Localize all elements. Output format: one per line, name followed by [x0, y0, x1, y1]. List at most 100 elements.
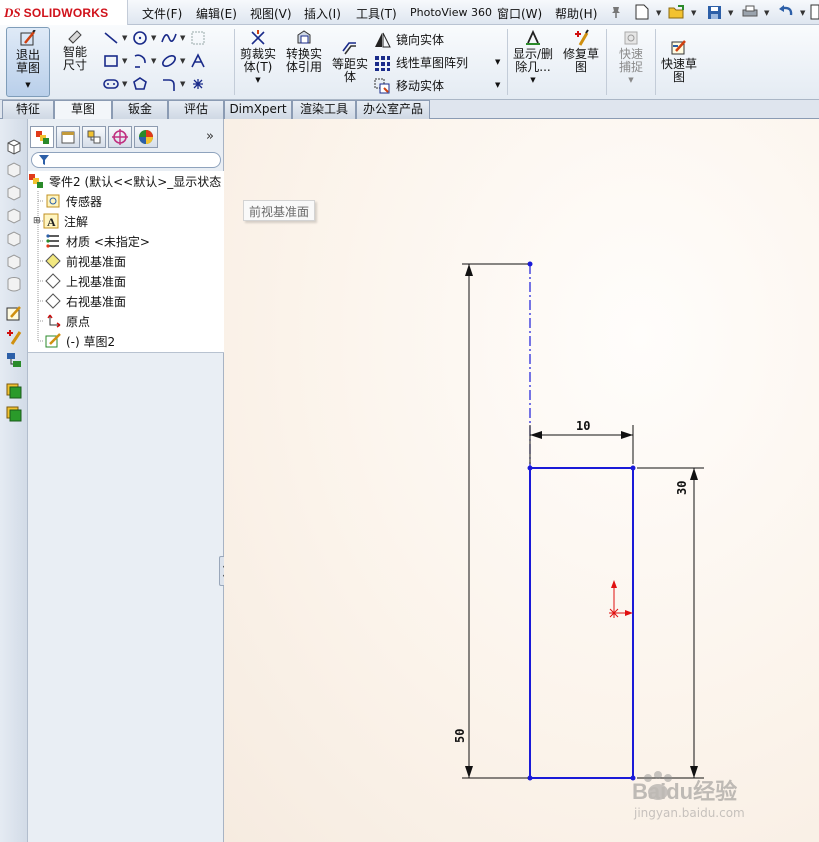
chevron-down-icon[interactable]: ▼ — [800, 9, 805, 17]
tree-item-annotations[interactable]: ⊞ A 注解 — [33, 211, 88, 231]
pin-icon[interactable] — [606, 2, 626, 22]
sketch-rectangle[interactable] — [529, 467, 634, 779]
layers-icon[interactable] — [5, 382, 23, 400]
expand-icon[interactable]: ⊞ — [33, 216, 43, 226]
dimension-overall[interactable] — [462, 263, 528, 779]
menu-view[interactable]: 视图(V) — [250, 5, 292, 22]
tree-item-top-plane[interactable]: 上视基准面 — [45, 271, 126, 291]
display-manager-tab[interactable] — [134, 126, 158, 148]
move-entities-button[interactable]: 移动实体 — [374, 77, 444, 94]
sketch-point[interactable] — [630, 465, 636, 471]
smart-dimension-button[interactable]: 智能尺寸 — [54, 27, 96, 72]
feature-tree-tab[interactable] — [30, 126, 54, 148]
tree-item-sketch2[interactable]: (-) 草图2 — [45, 331, 115, 351]
tab-evaluate[interactable]: 评估 — [168, 100, 224, 119]
cube-view-icon[interactable] — [5, 252, 23, 270]
dimxpert-manager-tab[interactable] — [108, 126, 132, 148]
tab-office-products[interactable]: 办公室产品 — [356, 100, 430, 119]
convert-entities-button[interactable]: 转换实体引用 — [282, 29, 326, 74]
chevron-down-icon[interactable]: ▼ — [180, 57, 187, 65]
cube-view-icon[interactable] — [5, 183, 23, 201]
tree-root-part[interactable]: 零件2 (默认<<默认>_显示状态 — [28, 171, 221, 191]
text-icon[interactable] — [189, 52, 207, 70]
chevron-down-icon[interactable]: ▼ — [180, 80, 187, 88]
chevron-down-icon[interactable]: ▼ — [122, 34, 129, 42]
print-icon[interactable] — [740, 2, 760, 22]
display-delete-relations-button[interactable]: 显示/删除几... ▼ — [510, 29, 556, 87]
chevron-down-icon[interactable]: ▼ — [495, 58, 500, 66]
rapid-sketch-button[interactable]: 快速草图 — [658, 39, 700, 84]
chevron-down-icon[interactable]: ▼ — [656, 9, 661, 17]
repair-sketch-icon[interactable] — [5, 328, 23, 346]
tab-dimxpert[interactable]: DimXpert — [224, 100, 292, 119]
new-document-icon[interactable] — [632, 2, 652, 22]
rectangle-icon[interactable] — [102, 52, 120, 70]
chevron-down-icon[interactable]: ▼ — [764, 9, 769, 17]
point-icon[interactable] — [189, 75, 207, 93]
menu-tools[interactable]: 工具(T) — [356, 5, 397, 22]
overflow-icon[interactable] — [810, 2, 819, 22]
tree-item-sensors[interactable]: 传感器 — [45, 191, 102, 211]
linear-pattern-button[interactable]: 线性草图阵列 — [374, 54, 468, 71]
sketch-icon[interactable] — [5, 305, 23, 323]
polygon-icon[interactable] — [131, 75, 149, 93]
sketch-point[interactable] — [527, 465, 533, 471]
chevron-down-icon[interactable]: ▼ — [151, 34, 158, 42]
arc-icon[interactable] — [131, 52, 149, 70]
feature-tree-filter[interactable] — [31, 152, 221, 168]
tab-sketch[interactable]: 草图 — [54, 100, 112, 120]
cube-view-icon[interactable] — [5, 229, 23, 247]
sketch-point[interactable] — [527, 261, 533, 267]
ellipse-icon[interactable] — [160, 52, 178, 70]
tab-sheet-metal[interactable]: 钣金 — [112, 100, 168, 119]
open-folder-icon[interactable] — [667, 2, 687, 22]
sketch-point[interactable] — [527, 775, 533, 781]
chevron-down-icon[interactable]: ▼ — [728, 9, 733, 17]
chevron-down-icon[interactable]: ▼ — [122, 57, 129, 65]
tree-item-material[interactable]: 材质 <未指定> — [45, 231, 150, 251]
graphics-area[interactable]: 前视基准面 10 30 50 — [224, 119, 819, 842]
dimension-height[interactable] — [637, 467, 704, 779]
property-manager-tab[interactable] — [56, 126, 80, 148]
chevron-down-icon[interactable]: ▼ — [180, 34, 187, 42]
menu-file[interactable]: 文件(F) — [142, 5, 182, 22]
layers-icon[interactable] — [5, 405, 23, 423]
tree-item-right-plane[interactable]: 右视基准面 — [45, 291, 126, 311]
solidworks-logo[interactable]: DS SOLIDWORKS — [0, 0, 128, 25]
tab-render-tools[interactable]: 渲染工具 — [292, 100, 356, 119]
cube-view-icon[interactable] — [5, 137, 23, 155]
fillet-icon[interactable] — [160, 75, 178, 93]
dimension-height-value[interactable]: 30 — [675, 481, 689, 495]
chevron-down-icon[interactable]: ▼ — [495, 81, 500, 89]
menu-insert[interactable]: 插入(I) — [304, 5, 341, 22]
mirror-entities-button[interactable]: 镜向实体 — [374, 31, 444, 48]
offset-entities-button[interactable]: 等距实体 — [328, 39, 372, 84]
tree-item-front-plane[interactable]: 前视基准面 — [45, 251, 126, 271]
relations-icon[interactable] — [5, 351, 23, 369]
chevron-down-icon[interactable]: ▼ — [691, 9, 696, 17]
menu-help[interactable]: 帮助(H) — [555, 5, 597, 22]
cylinder-view-icon[interactable] — [5, 275, 23, 293]
menu-window[interactable]: 窗口(W) — [497, 5, 542, 22]
chevron-down-icon[interactable]: ▼ — [151, 57, 158, 65]
exit-sketch-button[interactable]: 退出草图 ▼ — [6, 27, 50, 97]
quick-snaps-button[interactable]: 快速捕捉 ▼ — [610, 29, 652, 87]
dimension-overall-value[interactable]: 50 — [453, 729, 467, 743]
repair-sketch-button[interactable]: 修复草图 — [558, 29, 604, 74]
menu-edit[interactable]: 编辑(E) — [196, 5, 237, 22]
undo-icon[interactable] — [776, 2, 796, 22]
dimension-width-value[interactable]: 10 — [576, 419, 590, 433]
expand-tabs-icon[interactable]: » — [206, 129, 214, 144]
slot-icon[interactable] — [102, 75, 120, 93]
line-icon[interactable] — [102, 29, 120, 47]
tab-features[interactable]: 特征 — [2, 100, 54, 119]
trim-entities-button[interactable]: 剪裁实体(T) ▼ — [236, 29, 280, 87]
cube-view-icon[interactable] — [5, 206, 23, 224]
save-icon[interactable] — [704, 2, 724, 22]
menu-photoview[interactable]: PhotoView 360 — [410, 6, 492, 19]
grid-icon[interactable] — [189, 29, 207, 47]
spline-icon[interactable] — [160, 29, 178, 47]
chevron-down-icon[interactable]: ▼ — [122, 80, 129, 88]
cube-view-icon[interactable] — [5, 160, 23, 178]
circle-icon[interactable] — [131, 29, 149, 47]
